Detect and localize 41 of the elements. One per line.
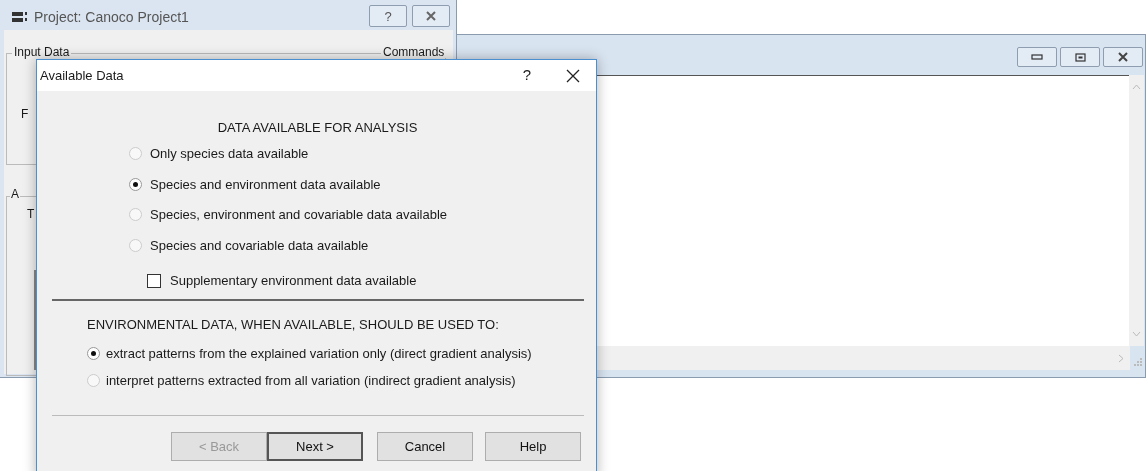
help-button[interactable]: ? (512, 61, 542, 90)
scroll-down-icon[interactable] (1132, 331, 1141, 337)
field-label: F (21, 106, 29, 123)
help-button[interactable]: ? (369, 5, 407, 27)
scroll-right-icon[interactable] (1118, 354, 1124, 363)
checkbox-label[interactable]: Supplementary environment data available (170, 271, 417, 291)
group-label: Input Data (12, 46, 72, 58)
option-label[interactable]: Only species data available (150, 144, 309, 164)
radio-button[interactable] (87, 347, 100, 361)
radio-button[interactable] (129, 238, 142, 252)
close-icon (1117, 52, 1129, 62)
radio-button[interactable] (87, 373, 100, 387)
maximize-button[interactable] (1060, 47, 1100, 67)
minimize-icon (1031, 54, 1043, 60)
vertical-scrollbar[interactable] (1129, 75, 1144, 346)
wizard-button[interactable]: Help (485, 432, 581, 461)
option-label[interactable]: Species and covariable data available (150, 235, 369, 255)
scroll-up-icon[interactable] (1132, 84, 1141, 90)
minimize-button[interactable] (1017, 47, 1057, 67)
window-icon (12, 10, 28, 25)
close-icon (425, 11, 437, 21)
option-label[interactable]: interpret patterns extracted from all variation (indirect gradient analysis) (106, 370, 516, 390)
window-title: Project: Canoco Project1 (34, 8, 189, 27)
restore-icon (1074, 52, 1086, 62)
resize-grip-icon[interactable] (1133, 357, 1142, 366)
section-heading: ENVIRONMENTAL DATA, WHEN AVAILABLE, SHOULD BE USED TO: (87, 316, 499, 334)
radio-button[interactable] (129, 208, 142, 222)
radio-button[interactable] (129, 147, 142, 161)
section-heading: DATA AVAILABLE FOR ANALYSIS (216, 119, 419, 137)
option-label[interactable]: Species and environment data available (150, 174, 381, 194)
field-label: T (27, 206, 35, 223)
wizard-button[interactable]: Cancel (377, 432, 473, 461)
dialog-title: Available Data (40, 66, 124, 85)
wizard-button[interactable]: Next > (267, 432, 363, 461)
checkbox[interactable] (147, 273, 161, 288)
close-icon (566, 68, 580, 83)
group-label: Commands (381, 46, 447, 58)
radio-button[interactable] (129, 177, 142, 191)
option-label[interactable]: Species, environment and covariable data available (150, 205, 448, 225)
group-label: A (10, 188, 20, 200)
option-label[interactable]: extract patterns from the explained variation only (direct gradient analysis) (106, 344, 532, 364)
